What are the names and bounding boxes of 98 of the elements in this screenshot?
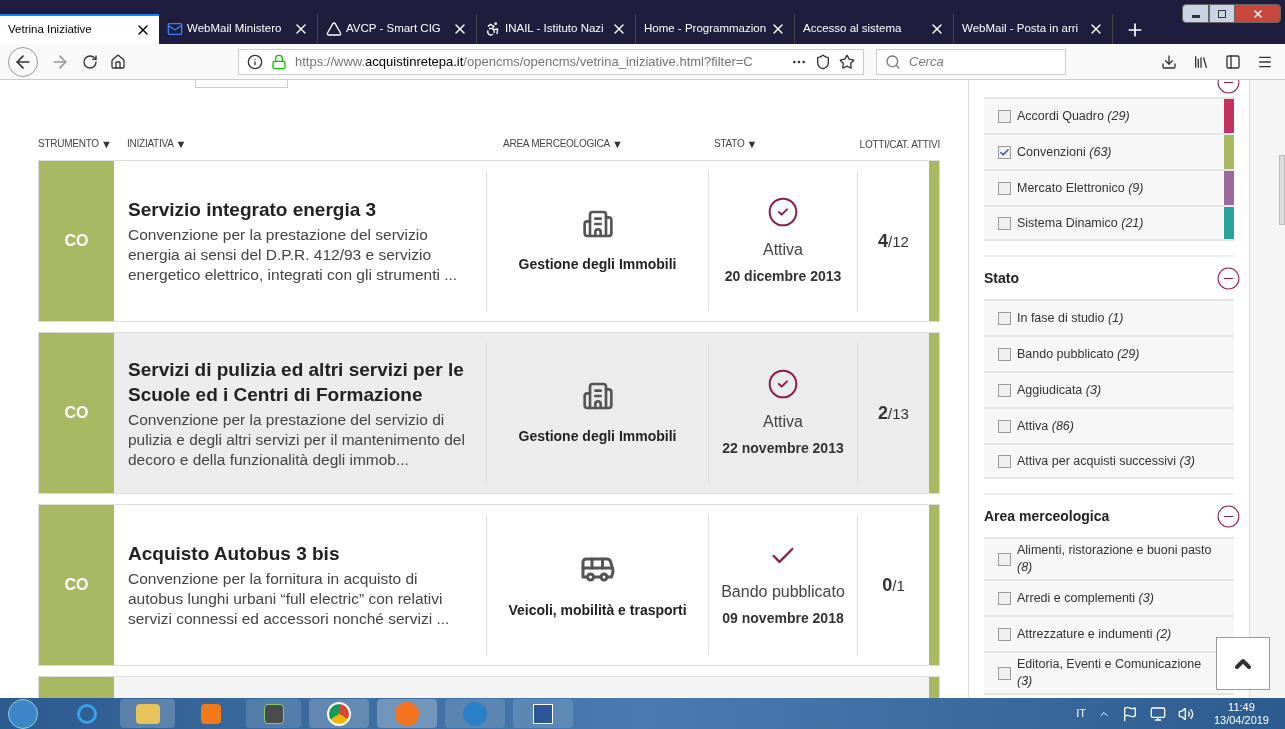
- tool-code: CO: [64, 575, 89, 595]
- close-icon: [1252, 7, 1264, 20]
- shield-icon[interactable]: [815, 53, 831, 70]
- maximize-icon: [1218, 9, 1226, 18]
- column-header[interactable]: STRUMENTO: [38, 135, 99, 153]
- person-icon: [485, 21, 501, 37]
- url-text: https://www.acquistinretepa.it/opencms/opencms/vetrina_iniziative.html?filter=C: [295, 52, 754, 71]
- checkbox[interactable]: [998, 181, 1011, 195]
- library-icon[interactable]: [1193, 53, 1209, 70]
- mail-icon: [167, 21, 183, 37]
- network-icon[interactable]: [1149, 705, 1166, 722]
- column-header[interactable]: INIZIATIVA: [127, 135, 174, 153]
- checkbox[interactable]: [998, 454, 1011, 468]
- status-date: 20 dicembre 2013: [724, 266, 842, 286]
- initiative-title[interactable]: Acquisto Autobus 3 bis: [128, 541, 472, 566]
- tool-code: CO: [64, 403, 89, 423]
- minimize-button[interactable]: [1182, 4, 1209, 23]
- checkbox[interactable]: [998, 311, 1011, 325]
- checkbox[interactable]: [998, 627, 1011, 641]
- status-date: 22 novembre 2013: [722, 438, 844, 458]
- status-label: Attiva: [763, 239, 803, 260]
- page-scrollbar[interactable]: [1250, 80, 1285, 698]
- checkbox[interactable]: [998, 591, 1011, 605]
- clock-date[interactable]: 13/04/2019: [1213, 713, 1269, 727]
- checkbox[interactable]: [998, 419, 1011, 433]
- area-label: Veicoli, mobilità e trasporti: [508, 600, 687, 620]
- tab-title: WebMail Ministero: [187, 21, 283, 37]
- initiative-description: Convenzione per la fornitura in acquisto di autobus lunghi urbani “full electric” con relativi servizi connessi ed accessori nonché servizi ...: [128, 569, 451, 629]
- filter-label[interactable]: Convenzioni (63): [1017, 143, 1112, 161]
- back-to-top-button[interactable]: [1216, 637, 1270, 690]
- status-label: Bando pubblicato: [721, 581, 845, 602]
- search-icon: [885, 53, 901, 70]
- volume-icon[interactable]: [1177, 705, 1194, 722]
- download-icon[interactable]: [1161, 53, 1177, 70]
- word-app-icon[interactable]: [513, 699, 573, 728]
- sort-arrow[interactable]: ▼: [175, 135, 187, 153]
- search-field[interactable]: Cerca: [876, 48, 1066, 75]
- tab-title: Accesso al sistema: [803, 21, 903, 37]
- initiative-card[interactable]: [38, 332, 940, 494]
- triangle-icon: [326, 21, 342, 37]
- minimize-icon: [1191, 15, 1200, 18]
- tab-title: Vetrina Iniziative: [8, 22, 93, 38]
- checkbox[interactable]: [998, 552, 1011, 566]
- area-label: Gestione degli Immobili: [518, 426, 677, 446]
- tab-title: Home - Programmazion: [644, 21, 767, 37]
- status-label: Attiva: [763, 411, 803, 432]
- checkbox[interactable]: [998, 666, 1011, 680]
- info-icon[interactable]: [247, 53, 263, 70]
- filter-label[interactable]: Attiva (86): [1017, 417, 1074, 435]
- initiative-description: Convenzione per la prestazione del servizio energia ai sensi del D.P.R. 412/93 e servizio energetico elettrico, integrati con gli strumenti ...: [128, 225, 459, 285]
- checkbox[interactable]: [998, 347, 1011, 361]
- initiative-title[interactable]: Servizi di pulizia ed altri servizi per le Scuole ed i Centri di Formazione: [128, 356, 472, 407]
- remote-app-icon[interactable]: [246, 699, 301, 728]
- scrollbar-thumb[interactable]: [1279, 155, 1285, 225]
- home-icon[interactable]: [110, 53, 126, 70]
- address-field[interactable]: https://www.acquistinretepa.it/opencms/opencms/vetrina_iniziative.html?filter=C: [238, 48, 864, 75]
- language-indicator[interactable]: IT: [1076, 705, 1086, 722]
- start-button[interactable]: [8, 698, 38, 729]
- section-title: Stato: [984, 268, 1019, 288]
- bookmark-star-icon[interactable]: [839, 53, 855, 70]
- initiative-title[interactable]: Servizio integrato energia 3: [128, 197, 472, 222]
- filter-label[interactable]: Aggiudicata (3): [1017, 381, 1102, 399]
- checkbox[interactable]: [998, 109, 1011, 123]
- initiative-card[interactable]: [38, 504, 940, 666]
- sort-arrow[interactable]: ▼: [100, 135, 112, 153]
- browser-tab[interactable]: Vetrina Iniziative: [0, 14, 159, 44]
- collapse-icon[interactable]: [1216, 503, 1241, 529]
- area-label: Gestione degli Immobili: [518, 254, 677, 274]
- sort-arrow[interactable]: ▼: [746, 135, 758, 153]
- lots-count: 2/13: [878, 401, 909, 425]
- lock-icon: [271, 53, 287, 70]
- reload-icon[interactable]: [82, 53, 98, 70]
- check-circle-icon: [767, 367, 799, 400]
- maximize-button[interactable]: [1209, 4, 1235, 23]
- column-header[interactable]: AREA MERCEOLOGICA: [503, 135, 610, 153]
- column-header: LOTTI/CAT. ATTIVI: [859, 137, 940, 152]
- column-header[interactable]: STATO: [714, 135, 745, 153]
- status-date: 09 novembre 2018: [722, 608, 844, 628]
- tool-code: CO: [64, 231, 89, 251]
- tab-title: WebMail - Posta in arri: [962, 21, 1080, 37]
- initiative-description: Convenzione per la prestazione del servizio di pulizia e degli altri servizi per il mantenimento del decoro e della funzionalità degli immob...: [128, 409, 466, 470]
- tab-title: INAIL - Istituto Nazi: [505, 21, 605, 37]
- lots-count: 0/1: [882, 573, 905, 597]
- lots-count: 4/12: [878, 229, 909, 253]
- checkbox[interactable]: [998, 145, 1011, 159]
- flag-icon[interactable]: [1121, 705, 1138, 722]
- clock-time[interactable]: 11:49: [1228, 700, 1255, 714]
- sort-arrow[interactable]: ▼: [611, 135, 623, 153]
- checkbox[interactable]: [998, 216, 1011, 230]
- search-placeholder: Cerca: [909, 52, 944, 71]
- chrome-app-icon[interactable]: [309, 699, 369, 728]
- collapse-icon[interactable]: [1216, 265, 1241, 291]
- tab-title: AVCP - Smart CIG: [346, 21, 442, 37]
- check-circle-icon: [767, 195, 799, 228]
- section-title: Area merceologica: [984, 506, 1110, 526]
- initiative-card[interactable]: [38, 160, 940, 322]
- checkbox[interactable]: [998, 383, 1011, 397]
- sidebar-icon[interactable]: [1225, 53, 1241, 70]
